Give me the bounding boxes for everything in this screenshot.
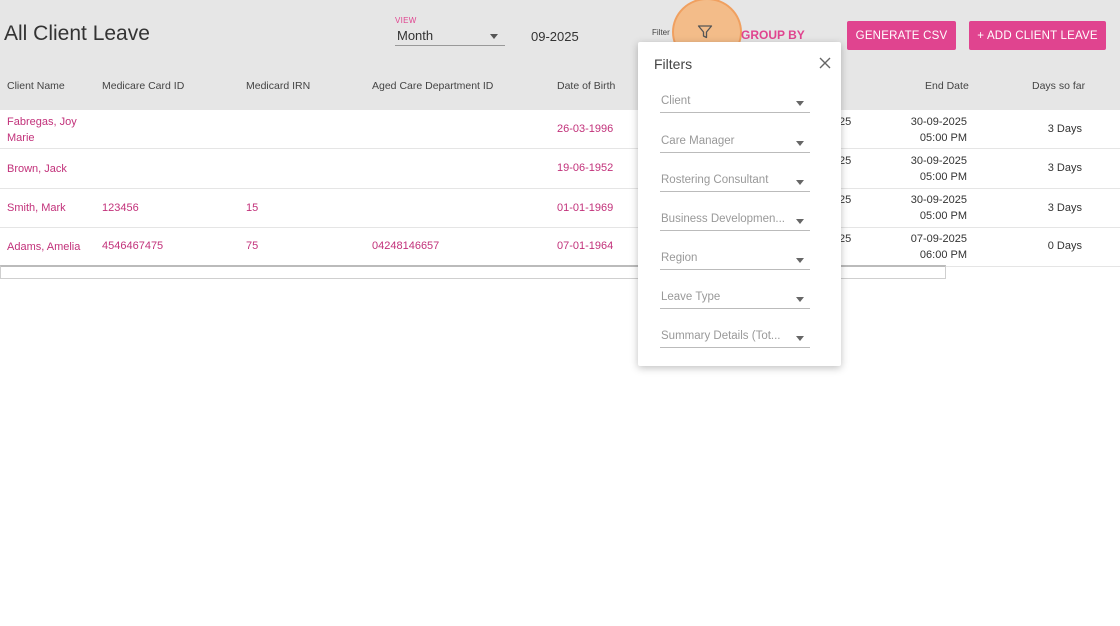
field-label: Care Manager (661, 135, 735, 147)
end-date-cell: 30-09-2025 (910, 155, 967, 167)
end-date-cell: 30-09-2025 (910, 194, 967, 206)
field-label: Rostering Consultant (661, 174, 769, 186)
dob-cell: 26-03-1996 (557, 123, 614, 135)
view-select[interactable]: Month (395, 26, 505, 46)
page-title: All Client Leave (4, 22, 150, 45)
filters-panel: Filters Client Care Manager Rostering Co… (638, 42, 841, 366)
client-name-link[interactable]: Fabregas, Joy (7, 116, 77, 128)
client-filter-select[interactable]: Client (660, 91, 810, 113)
rostering-consultant-filter-select[interactable]: Rostering Consultant (660, 170, 810, 192)
days-cell: 3 Days (1047, 202, 1082, 214)
irn-cell: 75 (246, 240, 259, 252)
client-name-link[interactable]: Smith, Mark (7, 202, 66, 214)
leave-type-filter-select[interactable]: Leave Type (660, 287, 810, 309)
generate-csv-button[interactable]: GENERATE CSV (847, 21, 956, 50)
filter-funnel-icon[interactable] (697, 24, 713, 40)
days-cell: 0 Days (1047, 240, 1082, 252)
caret-down-icon (796, 141, 804, 146)
medicare-id-cell: 4546467475 (102, 240, 164, 252)
end-date-cell: 30-09-2025 (910, 116, 967, 128)
client-name-link[interactable]: Adams, Amelia (7, 241, 80, 253)
caret-down-icon (490, 34, 498, 39)
view-label: VIEW (395, 16, 417, 25)
aged-care-id-cell: 04248146657 (372, 240, 440, 252)
client-name-link[interactable]: Marie (7, 132, 35, 144)
business-development-filter-select[interactable]: Business Developmen... (660, 209, 810, 231)
column-header[interactable]: End Date (925, 80, 969, 92)
field-label: Business Developmen... (661, 213, 786, 225)
end-time-cell: 05:00 PM (919, 210, 967, 222)
filters-title: Filters (654, 56, 693, 72)
column-header[interactable]: Days so far (1032, 80, 1085, 92)
page-header: All Client Leave VIEW Month 09-2025 Filt… (0, 0, 1120, 110)
field-label: Region (661, 252, 698, 264)
table-row[interactable]: Brown, Jack 19-06-1952 25 30-09-2025 05:… (0, 150, 1120, 189)
region-filter-select[interactable]: Region (660, 248, 810, 270)
table-row[interactable]: Adams, Amelia 4546467475 75 04248146657 … (0, 228, 1120, 267)
caret-down-icon (796, 180, 804, 185)
column-header[interactable]: Medicard IRN (246, 80, 310, 92)
field-label: Client (661, 95, 691, 107)
dob-cell: 07-01-1964 (557, 240, 614, 252)
field-label: Summary Details (Tot... (661, 330, 781, 342)
care-manager-filter-select[interactable]: Care Manager (660, 131, 810, 153)
irn-cell: 15 (246, 202, 259, 214)
days-cell: 3 Days (1047, 162, 1082, 174)
column-header[interactable]: Aged Care Department ID (372, 80, 493, 92)
medicare-id-cell: 123456 (102, 202, 139, 214)
view-select-value: Month (397, 28, 434, 43)
dob-cell: 19-06-1952 (557, 162, 614, 174)
add-client-leave-button[interactable]: + ADD CLIENT LEAVE (969, 21, 1106, 50)
summary-details-filter-select[interactable]: Summary Details (Tot... (660, 326, 810, 348)
column-header[interactable]: Client Name (7, 80, 65, 92)
caret-down-icon (796, 219, 804, 224)
table-row[interactable]: Smith, Mark 123456 15 01-01-1969 25 30-0… (0, 189, 1120, 228)
caret-down-icon (796, 258, 804, 263)
caret-down-icon (796, 297, 804, 302)
field-label: Leave Type (661, 291, 721, 303)
group-by-button[interactable]: GROUP BY (741, 28, 805, 42)
days-cell: 3 Days (1047, 123, 1082, 135)
end-time-cell: 05:00 PM (919, 171, 967, 183)
end-time-cell: 06:00 PM (919, 249, 967, 261)
caret-down-icon (796, 101, 804, 106)
end-time-cell: 05:00 PM (919, 132, 967, 144)
client-name-link[interactable]: Brown, Jack (7, 163, 67, 175)
filter-label: Filter (652, 28, 670, 37)
table-row[interactable]: Fabregas, Joy Marie 26-03-1996 25 30-09-… (0, 110, 1120, 149)
dob-cell: 01-01-1969 (557, 202, 614, 214)
date-picker[interactable]: 09-2025 (531, 29, 579, 44)
end-date-cell: 07-09-2025 (910, 233, 967, 245)
column-header[interactable]: Date of Birth (557, 80, 615, 92)
column-header[interactable]: Medicare Card ID (102, 80, 184, 92)
caret-down-icon (796, 336, 804, 341)
close-icon[interactable] (818, 56, 832, 70)
